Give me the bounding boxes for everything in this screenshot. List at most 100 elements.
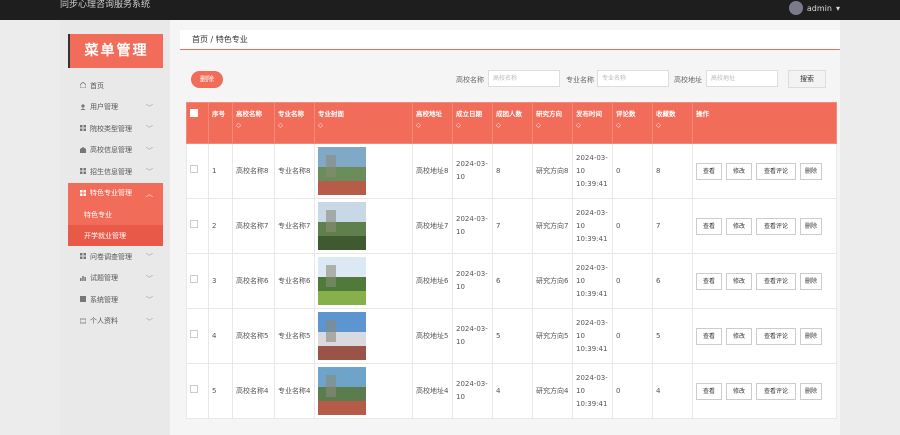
row-checkbox[interactable]: [190, 384, 198, 393]
column-header[interactable]: 专业名称 ◇: [274, 102, 315, 144]
cell-published: 2024-03-10 10:39:41: [572, 143, 613, 199]
sort-icon[interactable]: ◇: [318, 120, 409, 131]
edit-button[interactable]: 修改: [726, 217, 752, 235]
sidebar-item-特色专业管理[interactable]: 特色专业管理 ︿: [68, 182, 163, 204]
main-content: 首页 / 特色专业 删除 高校名称 高校名称 专业名称 专业名称 高校地址 高校…: [180, 30, 840, 435]
sidebar-item-院校类型管理[interactable]: 院校类型管理 ﹀: [68, 118, 163, 140]
submenu-item[interactable]: 特色专业: [68, 204, 163, 225]
delete-button[interactable]: 删除: [191, 71, 223, 88]
sort-icon[interactable]: ◇: [656, 120, 689, 131]
column-header[interactable]: 序号: [208, 102, 233, 144]
delete-row-button[interactable]: 删除: [800, 327, 822, 345]
row-select-cell[interactable]: [186, 253, 209, 309]
sidebar-item-首页[interactable]: 首页: [68, 75, 163, 97]
sort-icon[interactable]: ◇: [536, 120, 569, 131]
actions-cell: 查看 修改 查看评论 删除: [692, 198, 837, 254]
column-header-label: 发布时间: [576, 110, 602, 118]
table-row[interactable]: 1 高校名称8 专业名称8 高校地址8 2024-03-10 8 研究方向8 2024-03-…: [186, 143, 837, 199]
sort-icon[interactable]: ◇: [236, 120, 271, 131]
sort-icon[interactable]: ◇: [456, 120, 489, 131]
edit-button[interactable]: 修改: [726, 272, 752, 290]
view-button[interactable]: 查看: [696, 272, 722, 290]
sort-icon[interactable]: ◇: [416, 120, 449, 131]
cover-image[interactable]: [318, 147, 409, 195]
address-input[interactable]: 高校地址: [706, 70, 778, 87]
view-comments-button[interactable]: 查看评论: [756, 162, 796, 180]
edit-button[interactable]: 修改: [726, 327, 752, 345]
row-select-cell[interactable]: [186, 308, 209, 364]
app-container: 菜单管理 首页 用户管理 ﹀ 院校类型管理 ﹀ 高校信息管理 ﹀ 招生信息管理 ﹀ 特色专业管理 ︿…: [60, 20, 840, 435]
select-all-checkbox[interactable]: [190, 109, 198, 117]
filter-label-school: 高校名称: [456, 76, 484, 84]
user-menu[interactable]: admin ▾: [788, 1, 840, 15]
sort-icon[interactable]: ◇: [496, 120, 529, 131]
sort-icon[interactable]: ◇: [278, 120, 311, 131]
table-row[interactable]: 2 高校名称7 专业名称7 高校地址7 2024-03-10 7 研究方向7 2024-03-…: [186, 198, 837, 254]
edit-button[interactable]: 修改: [726, 382, 752, 400]
view-comments-button[interactable]: 查看评论: [756, 382, 796, 400]
row-select-cell[interactable]: [186, 363, 209, 419]
delete-row-button[interactable]: 删除: [800, 217, 822, 235]
search-button[interactable]: 搜索: [788, 70, 826, 88]
major-name-input[interactable]: 专业名称: [597, 70, 669, 87]
cover-image[interactable]: [318, 367, 409, 415]
table-row[interactable]: 4 高校名称5 专业名称5 高校地址5 2024-03-10 5 研究方向5 2024-03-…: [186, 308, 837, 364]
building-icon: [80, 146, 86, 153]
row-checkbox[interactable]: [190, 164, 198, 173]
column-header[interactable]: 操作: [692, 102, 837, 144]
cell-cover: [314, 363, 413, 419]
sidebar-item-label: 用户管理: [90, 103, 118, 112]
caret-down-icon[interactable]: ▾: [836, 4, 840, 13]
cover-image[interactable]: [318, 257, 409, 305]
table-row[interactable]: 5 高校名称4 专业名称4 高校地址4 2024-03-10 4 研究方向4 2024-03-…: [186, 363, 837, 419]
cell-direction: 研究方向5: [532, 308, 573, 364]
cell-no: 1: [208, 143, 233, 199]
sidebar-item-个人资料[interactable]: 个人资料 ﹀: [68, 311, 163, 333]
view-button[interactable]: 查看: [696, 327, 722, 345]
chevron-icon: ﹀: [146, 168, 153, 176]
row-checkbox[interactable]: [190, 274, 198, 283]
column-header[interactable]: 评论数 ◇: [612, 102, 653, 144]
select-all-header[interactable]: [186, 102, 209, 144]
school-name-input[interactable]: 高校名称: [488, 70, 560, 87]
table-row[interactable]: 3 高校名称6 专业名称6 高校地址6 2024-03-10 6 研究方向6 2024-03-…: [186, 253, 837, 309]
chart-icon: [80, 275, 86, 281]
sort-icon[interactable]: ◇: [576, 120, 609, 131]
submenu-item[interactable]: 开学就业管理: [68, 225, 163, 246]
sidebar-item-试题管理[interactable]: 试题管理 ﹀: [68, 268, 163, 290]
sidebar-item-label: 招生信息管理: [90, 167, 132, 176]
edit-button[interactable]: 修改: [726, 162, 752, 180]
view-button[interactable]: 查看: [696, 382, 722, 400]
row-select-cell[interactable]: [186, 198, 209, 254]
column-header[interactable]: 发布时间 ◇: [572, 102, 613, 144]
sidebar-item-系统管理[interactable]: 系统管理 ﹀: [68, 289, 163, 311]
view-button[interactable]: 查看: [696, 162, 722, 180]
cell-direction: 研究方向8: [532, 143, 573, 199]
cover-image[interactable]: [318, 202, 409, 250]
column-header[interactable]: 成立日期 ◇: [452, 102, 493, 144]
sort-icon[interactable]: ◇: [616, 120, 649, 131]
column-header[interactable]: 研究方向 ◇: [532, 102, 573, 144]
column-header[interactable]: 高校名称 ◇: [232, 102, 275, 144]
delete-row-button[interactable]: 删除: [800, 382, 822, 400]
sidebar-item-高校信息管理[interactable]: 高校信息管理 ﹀: [68, 140, 163, 162]
username[interactable]: admin: [807, 4, 832, 13]
avatar[interactable]: [788, 1, 803, 15]
view-comments-button[interactable]: 查看评论: [756, 272, 796, 290]
column-header[interactable]: 高校地址 ◇: [412, 102, 453, 144]
view-button[interactable]: 查看: [696, 217, 722, 235]
row-select-cell[interactable]: [186, 143, 209, 199]
view-comments-button[interactable]: 查看评论: [756, 217, 796, 235]
view-comments-button[interactable]: 查看评论: [756, 327, 796, 345]
sidebar-item-问卷调查管理[interactable]: 问卷调查管理 ﹀: [68, 246, 163, 268]
row-checkbox[interactable]: [190, 329, 198, 338]
delete-row-button[interactable]: 删除: [800, 272, 822, 290]
column-header[interactable]: 收藏数 ◇: [652, 102, 693, 144]
column-header[interactable]: 专业封面 ◇: [314, 102, 413, 144]
column-header[interactable]: 成团人数 ◇: [492, 102, 533, 144]
row-checkbox[interactable]: [190, 219, 198, 228]
sidebar-item-用户管理[interactable]: 用户管理 ﹀: [68, 97, 163, 119]
sidebar-item-招生信息管理[interactable]: 招生信息管理 ﹀: [68, 161, 163, 183]
delete-row-button[interactable]: 删除: [800, 162, 822, 180]
cover-image[interactable]: [318, 312, 409, 360]
